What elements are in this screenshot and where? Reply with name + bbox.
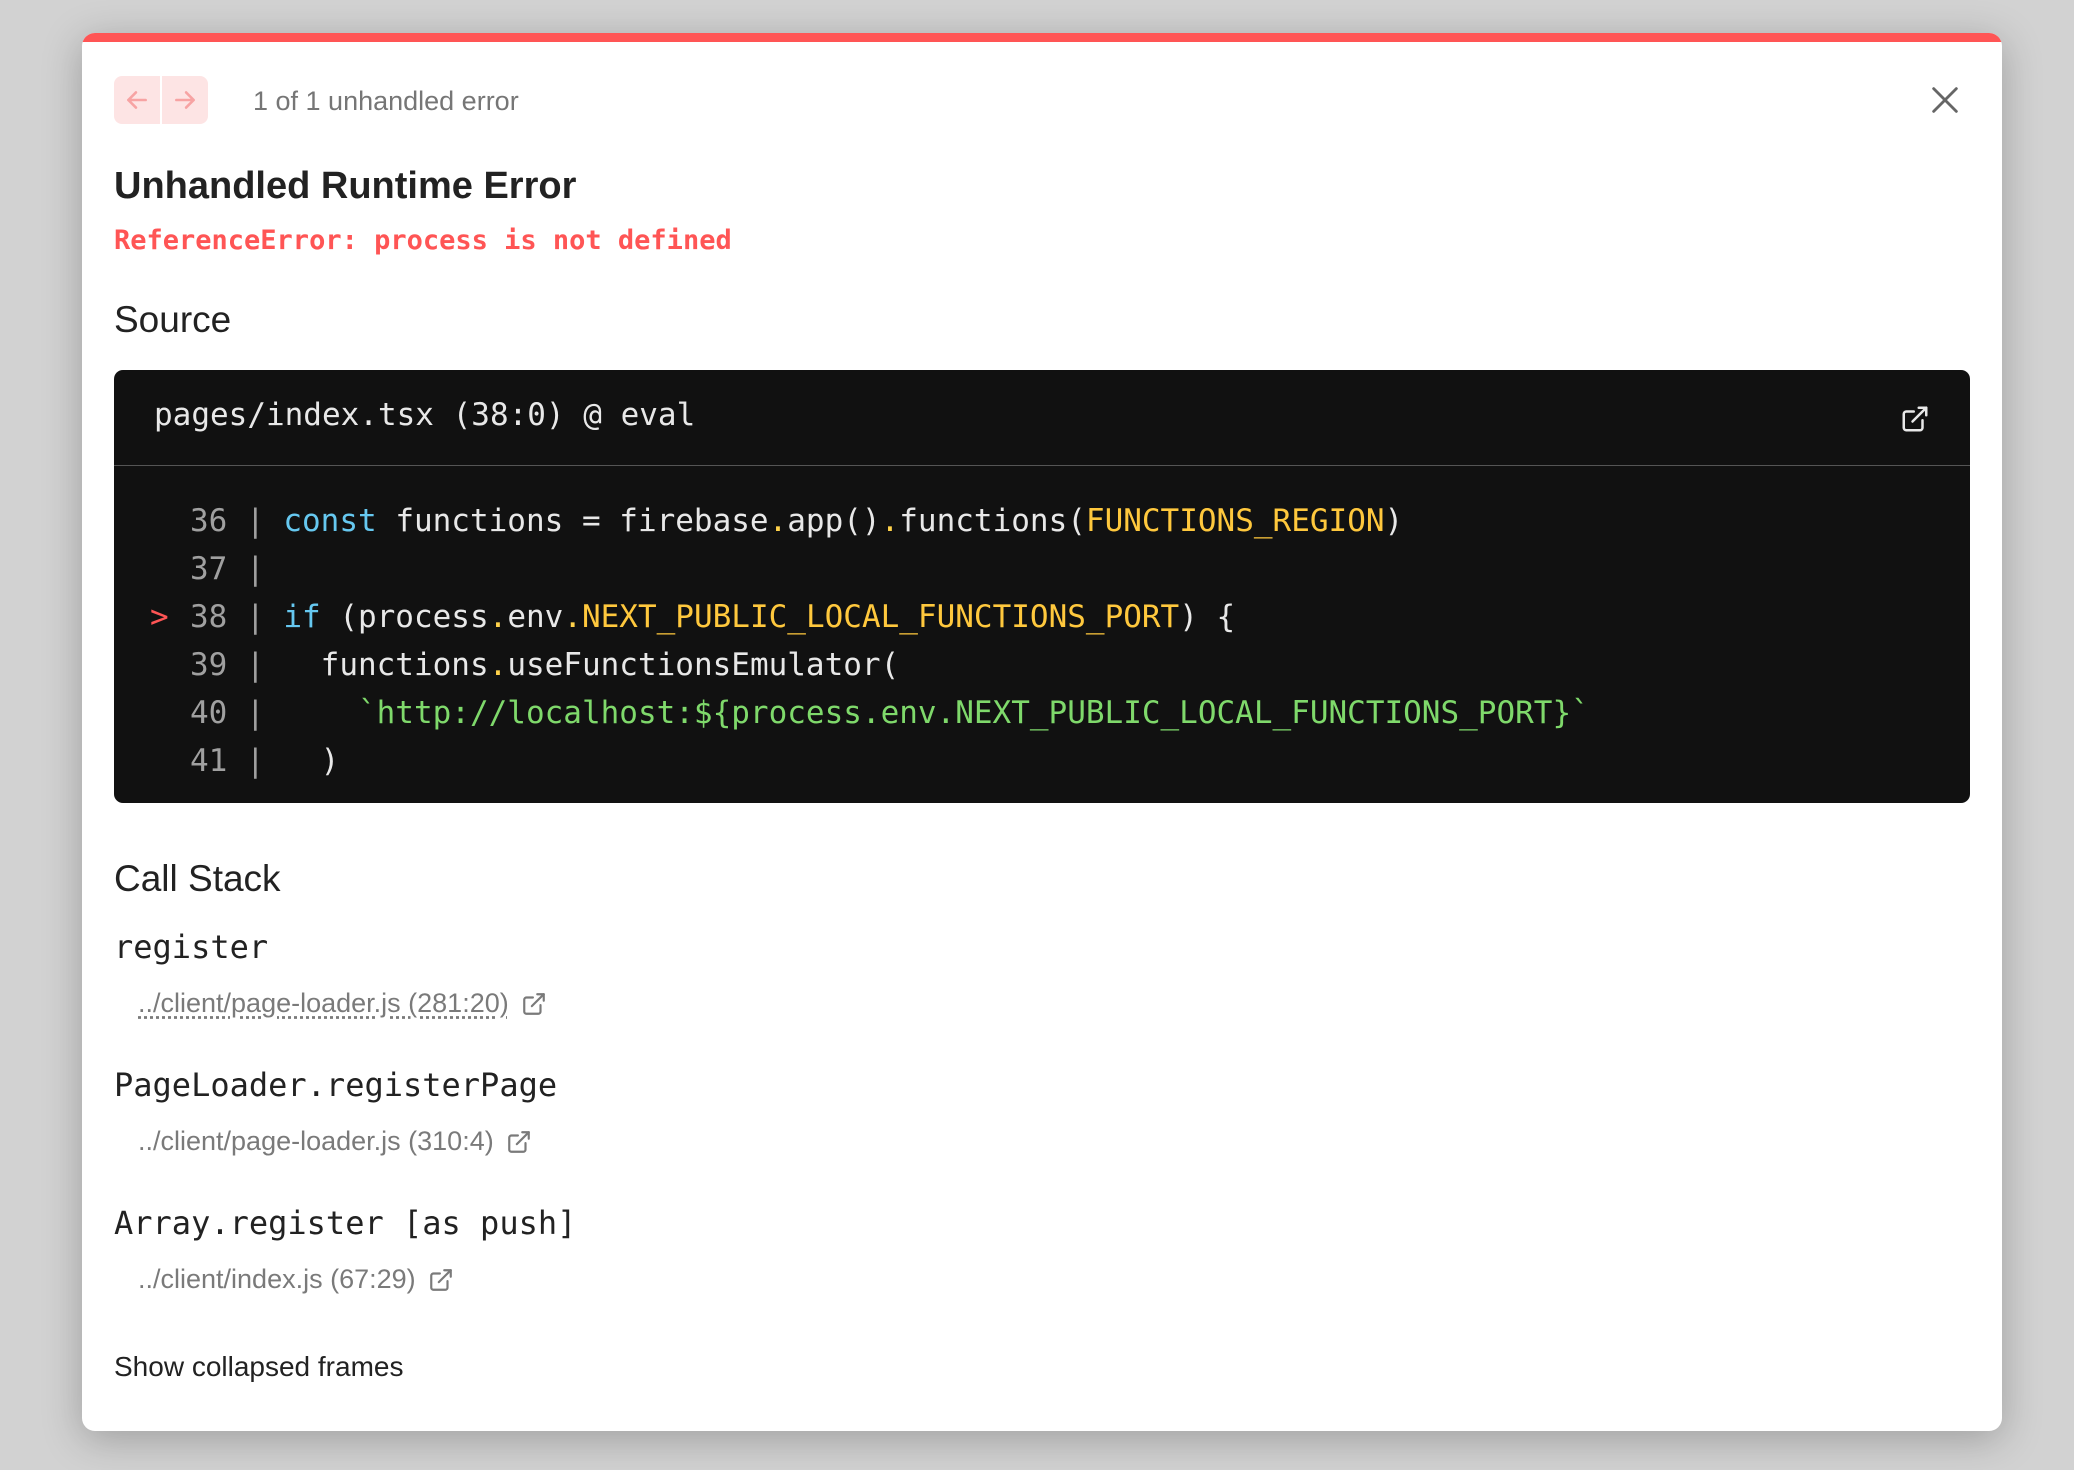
code-text: functions.useFunctionsEmulator( xyxy=(283,647,900,683)
line-number: 41 xyxy=(190,743,228,779)
line-number: 38 xyxy=(190,599,228,635)
line-number: 39 xyxy=(190,647,228,683)
open-in-editor-icon[interactable] xyxy=(1900,404,1930,434)
frame-function: PageLoader.registerPage xyxy=(114,1066,558,1104)
stack-frame: Array.register [as push] ../client/index… xyxy=(114,1204,576,1295)
show-collapsed-frames-button[interactable]: Show collapsed frames xyxy=(114,1351,403,1383)
next-error-button[interactable] xyxy=(162,76,208,124)
line-number: 40 xyxy=(190,695,228,731)
frame-location-link[interactable]: ../client/page-loader.js (310:4) xyxy=(138,1126,557,1157)
code-line: 41 | ) xyxy=(190,743,340,779)
external-link-icon xyxy=(429,1268,452,1291)
source-heading: Source xyxy=(114,299,232,340)
frame-location: ../client/index.js (67:29) xyxy=(138,1264,416,1294)
code-line: 36 | const functions = firebase.app().fu… xyxy=(190,503,1404,539)
arrow-right-icon xyxy=(175,91,195,109)
code-text: `http://localhost:${process.env.NEXT_PUB… xyxy=(357,695,1590,731)
frame-location-link[interactable]: ../client/page-loader.js (281:20) xyxy=(138,988,547,1019)
code-line: >38 | if (process.env.NEXT_PUBLIC_LOCAL_… xyxy=(150,593,1590,641)
stack-frame: register ../client/page-loader.js (281:2… xyxy=(114,928,547,1019)
source-code-frame: pages/index.tsx (38:0) @ eval 36 | const… xyxy=(114,370,1970,803)
external-link-icon xyxy=(522,992,545,1015)
code-text: if (process.env.NEXT_PUBLIC_LOCAL_FUNCTI… xyxy=(283,599,1236,635)
error-navigation xyxy=(114,76,208,124)
error-overlay-dialog: 1 of 1 unhandled error Unhandled Runtime… xyxy=(82,33,2002,1431)
frame-function: register xyxy=(114,928,269,966)
code-line: 40 | `http://localhost:${process.env.NEX… xyxy=(190,695,1590,731)
code-line: 39 | functions.useFunctionsEmulator( xyxy=(190,647,900,683)
line-number: 36 xyxy=(190,503,228,539)
call-stack-heading: Call Stack xyxy=(114,858,281,899)
previous-error-button[interactable] xyxy=(114,76,160,124)
frame-function: Array.register [as push] xyxy=(114,1204,577,1242)
error-accent-bar xyxy=(82,33,2002,42)
frame-location-link[interactable]: ../client/index.js (67:29) xyxy=(138,1264,576,1295)
frame-location: ../client/page-loader.js (310:4) xyxy=(138,1126,494,1156)
stack-frame: PageLoader.registerPage ../client/page-l… xyxy=(114,1066,557,1157)
source-file-header: pages/index.tsx (38:0) @ eval xyxy=(114,370,1970,466)
error-title: Unhandled Runtime Error xyxy=(114,165,577,207)
external-link-icon xyxy=(507,1130,530,1153)
code-text: ) xyxy=(283,743,340,779)
line-number: 37 xyxy=(190,551,228,587)
arrow-left-icon xyxy=(127,91,147,109)
error-counter: 1 of 1 unhandled error xyxy=(253,86,519,116)
code-line: 37 | xyxy=(190,551,284,587)
close-icon[interactable] xyxy=(1928,83,1962,117)
error-message: ReferenceError: process is not defined xyxy=(114,225,732,256)
frame-location: ../client/page-loader.js (281:20) xyxy=(138,988,509,1018)
line-marker: > xyxy=(150,599,169,635)
code-text: const functions = firebase.app().functio… xyxy=(283,503,1404,539)
code-listing: 36 | const functions = firebase.app().fu… xyxy=(150,497,1590,785)
source-file-location: pages/index.tsx (38:0) @ eval xyxy=(154,397,696,433)
